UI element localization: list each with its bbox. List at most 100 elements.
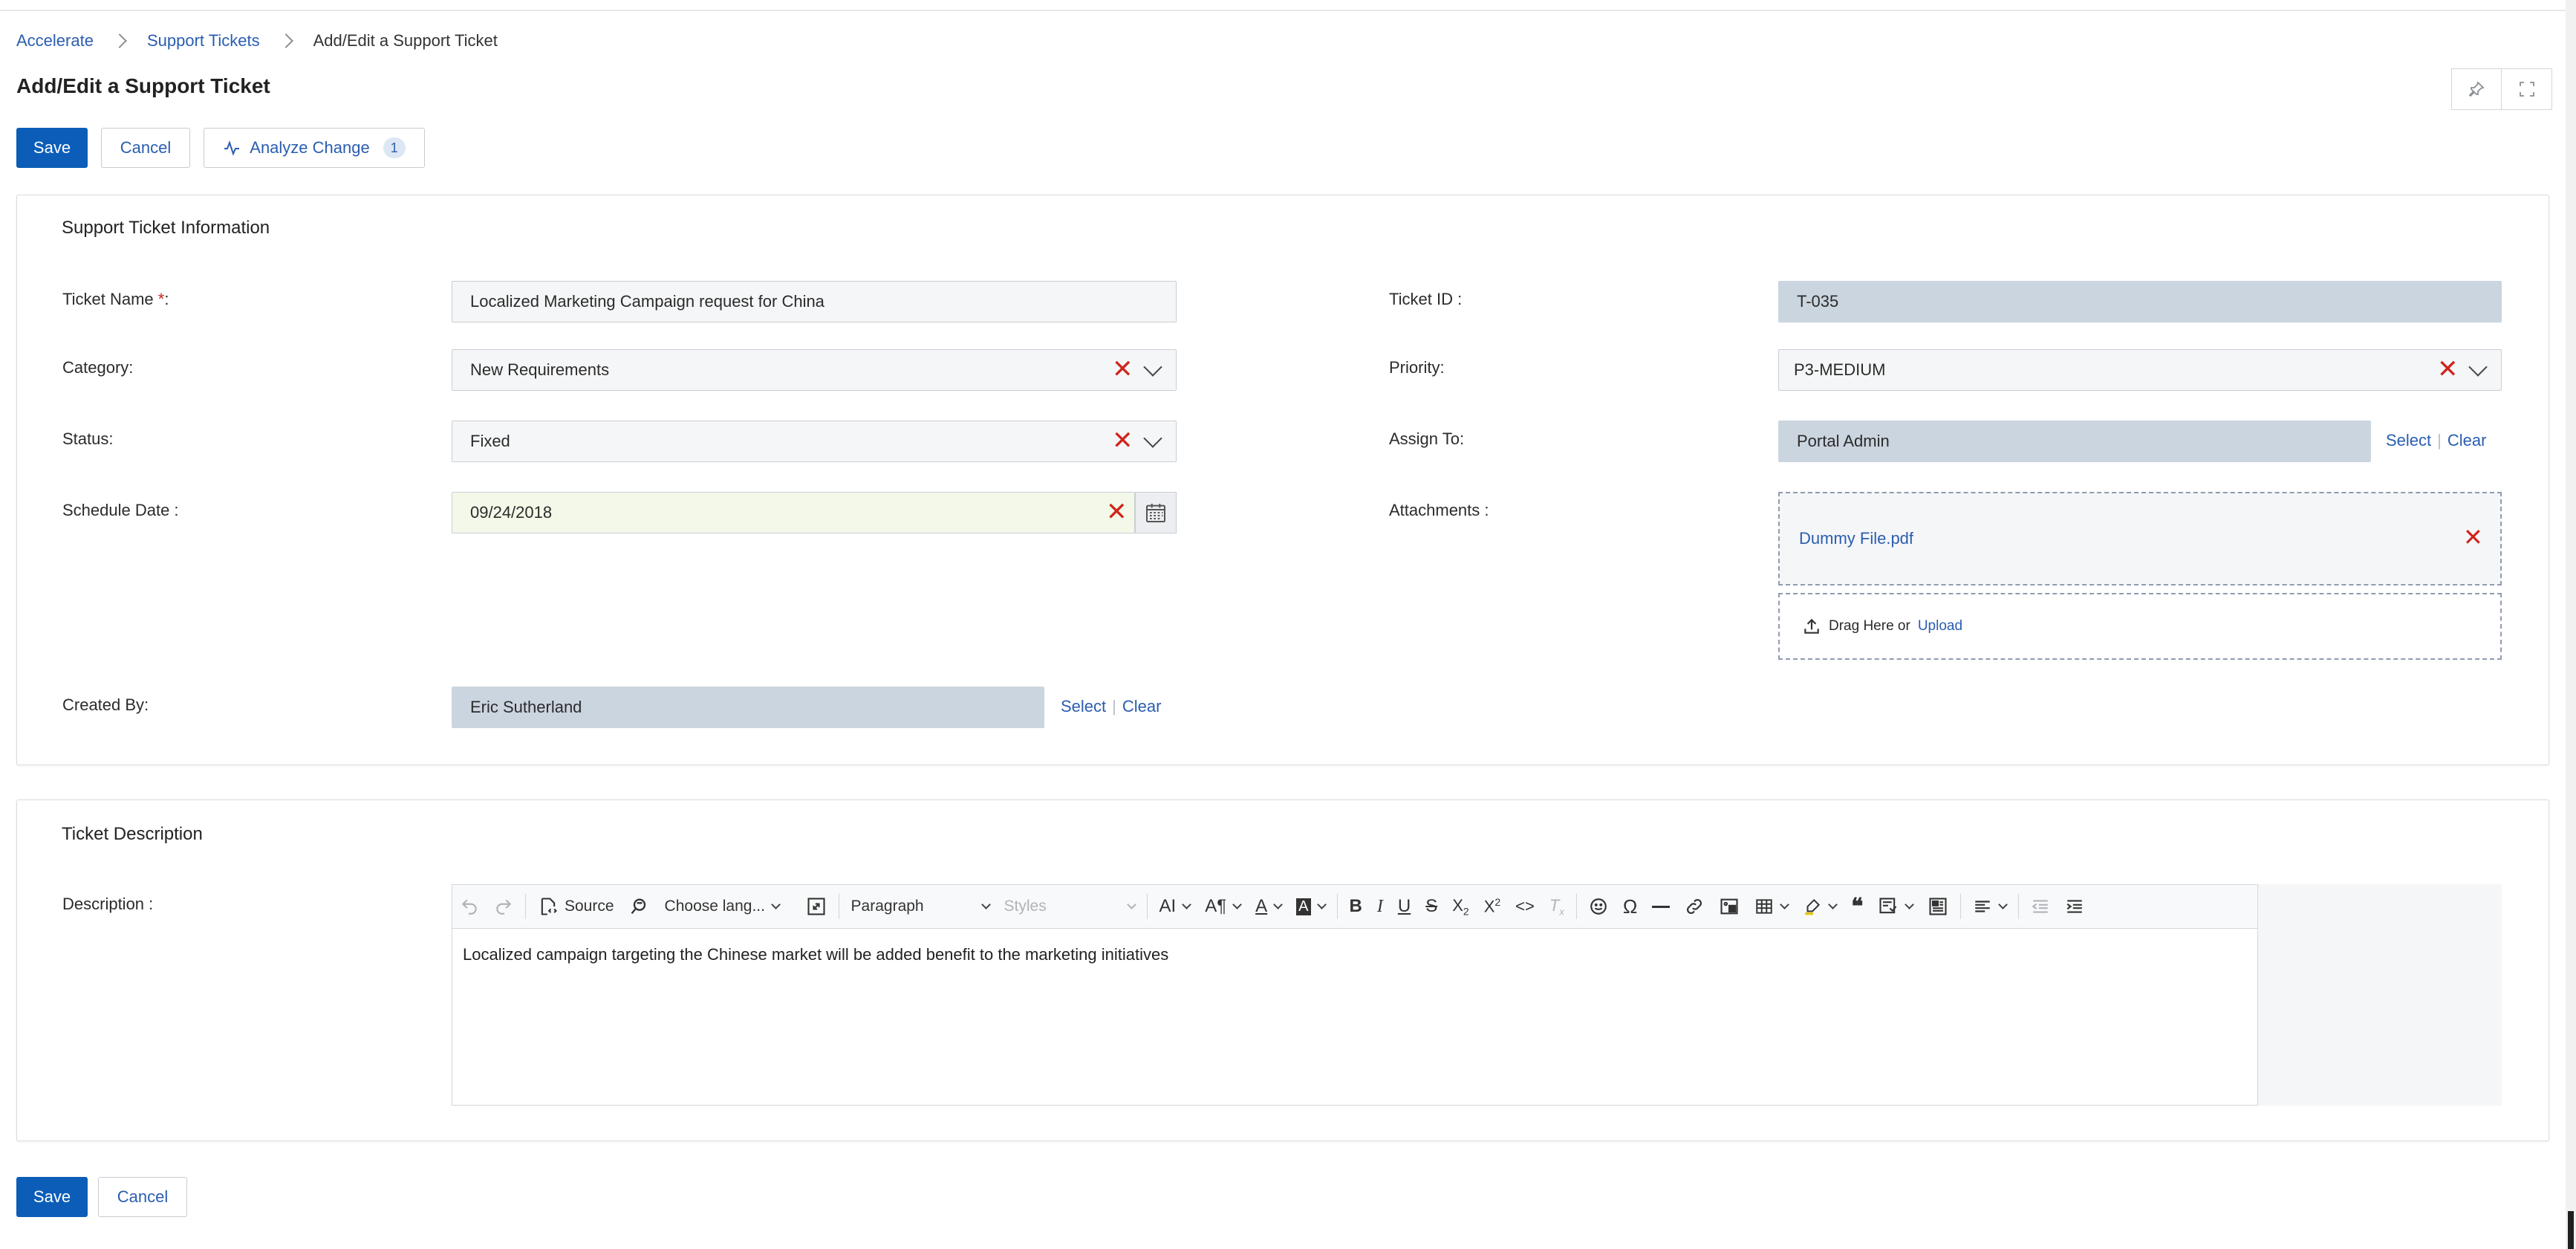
chevron-right-icon [112,33,127,48]
clear-x-icon[interactable]: ✕ [1112,428,1133,453]
redo-button[interactable] [487,884,521,929]
priority-select[interactable]: P3-MEDIUM ✕ [1778,349,2502,391]
breadcrumb-link-accelerate[interactable]: Accelerate [16,31,94,51]
chevron-down-icon[interactable] [1143,357,1162,377]
editor-toolbar: Source Choose lang... Paragraph Styles A… [452,884,2258,929]
italic-button[interactable]: I [1370,884,1391,929]
align-left-icon [1975,901,1991,912]
category-select[interactable]: New Requirements ✕ [452,349,1177,391]
italic-icon: I [1376,896,1383,916]
clear-x-icon[interactable]: ✕ [2437,357,2459,382]
assign-to-clear-link[interactable]: Clear [2447,431,2487,450]
toolbar-separator [1336,894,1338,919]
remove-attachment-x-icon[interactable]: ✕ [2463,523,2483,551]
indent-button[interactable] [2058,884,2092,929]
chevron-down-icon [1316,899,1327,909]
chevron-down-icon[interactable] [1143,429,1162,448]
image-button[interactable] [1711,884,1747,929]
table-icon [1756,899,1772,914]
source-icon [541,898,557,915]
schedule-date-input[interactable]: 09/24/2018 ✕ [452,492,1135,533]
ticket-name-value: Localized Marketing Campaign request for… [470,292,824,311]
ticket-id-label: Ticket ID : [1389,290,1463,308]
schedule-date-value: 09/24/2018 [470,503,553,522]
cancel-button[interactable]: Cancel [101,128,190,168]
font-size-button[interactable]: AI [1152,884,1198,929]
toolbar-separator [1146,894,1148,919]
divider: | [2437,431,2442,450]
special-characters-button[interactable]: Ω [1616,884,1645,929]
code-icon: <> [1515,897,1535,915]
cancel-button-bottom[interactable]: Cancel [98,1177,187,1217]
schedule-date-label: Schedule Date : [62,501,179,519]
source-button[interactable]: Source [530,884,622,929]
blockquote-button[interactable]: ❝ [1844,884,1870,929]
fullscreen-button[interactable] [2502,68,2552,110]
language-dropdown[interactable]: Choose lang... [657,884,799,929]
font-color-icon: A [1255,896,1268,916]
styles-dropdown[interactable]: Styles [997,884,1142,929]
table-button[interactable] [1747,884,1795,929]
save-button-bottom[interactable]: Save [16,1177,88,1217]
find-replace-button[interactable] [622,884,657,929]
strikethrough-button[interactable]: S [1418,884,1445,929]
background-color-button[interactable]: A [1289,884,1332,929]
horizontal-line-button[interactable] [1645,884,1677,929]
superscript-button[interactable]: X2 [1477,884,1508,929]
chevron-down-icon [1126,899,1136,909]
created-by-select-link[interactable]: Select [1061,697,1106,716]
underline-icon: U [1397,896,1411,916]
clear-x-icon[interactable]: ✕ [1112,357,1133,382]
link-button[interactable] [1677,884,1711,929]
template-icon [1879,898,1897,914]
remove-format-icon: Tx [1549,895,1564,918]
remove-format-button[interactable]: Tx [1542,884,1572,929]
assign-to-select-link[interactable]: Select [2386,431,2431,450]
emoji-icon [1590,898,1607,915]
upload-icon [1804,618,1819,634]
bold-button[interactable]: B [1342,884,1370,929]
maximize-button[interactable] [799,884,834,929]
created-by-actions: Select | Clear [1061,697,1161,716]
ticket-name-input[interactable]: Localized Marketing Campaign request for… [452,281,1177,322]
insert-template-button[interactable] [1870,884,1920,929]
analyze-change-button[interactable]: Analyze Change 1 [204,128,425,168]
redo-icon [496,899,512,915]
clear-x-icon[interactable]: ✕ [1106,499,1128,525]
strikethrough-icon: S [1425,896,1438,916]
upload-dropzone[interactable]: Drag Here or Upload [1778,593,2502,660]
save-button[interactable]: Save [16,128,88,168]
media-embed-button[interactable] [1920,884,1956,929]
chevron-down-icon[interactable] [2468,357,2488,377]
upload-link[interactable]: Upload [1918,618,1962,635]
image-icon [1720,898,1738,915]
subscript-button[interactable]: X2 [1445,884,1476,929]
assign-to-actions: Select | Clear [2386,431,2486,450]
section-title-ticket-info: Support Ticket Information [62,218,270,238]
breadcrumb-link-support-tickets[interactable]: Support Tickets [147,31,260,51]
maximize-icon [807,898,825,915]
assign-to-field: Portal Admin [1778,421,2371,462]
status-select[interactable]: Fixed ✕ [452,421,1177,462]
scrollbar-thumb[interactable] [2568,1211,2574,1249]
pin-button[interactable] [2451,68,2502,110]
emoji-button[interactable] [1581,884,1616,929]
outdent-button[interactable] [2023,884,2058,929]
page-scrollbar[interactable] [2566,0,2576,1249]
created-by-clear-link[interactable]: Clear [1122,697,1162,716]
undo-button[interactable] [452,884,487,929]
chevron-down-icon [1182,899,1192,909]
calendar-button[interactable] [1135,492,1177,533]
attachment-file-link[interactable]: Dummy File.pdf [1799,529,1913,548]
editor-content-area[interactable]: Localized campaign targeting the Chinese… [452,929,2258,1106]
paragraph-dropdown[interactable]: Paragraph [844,884,997,929]
priority-value: P3-MEDIUM [1794,360,1886,379]
highlight-button[interactable] [1795,884,1844,929]
font-family-button[interactable]: A¶ [1197,884,1248,929]
code-button[interactable]: <> [1508,884,1542,929]
underline-button[interactable]: U [1391,884,1418,929]
font-color-button[interactable]: A [1248,884,1289,929]
indent-icon [2067,900,2083,913]
divider: | [1112,697,1116,716]
alignment-button[interactable] [1965,884,2014,929]
